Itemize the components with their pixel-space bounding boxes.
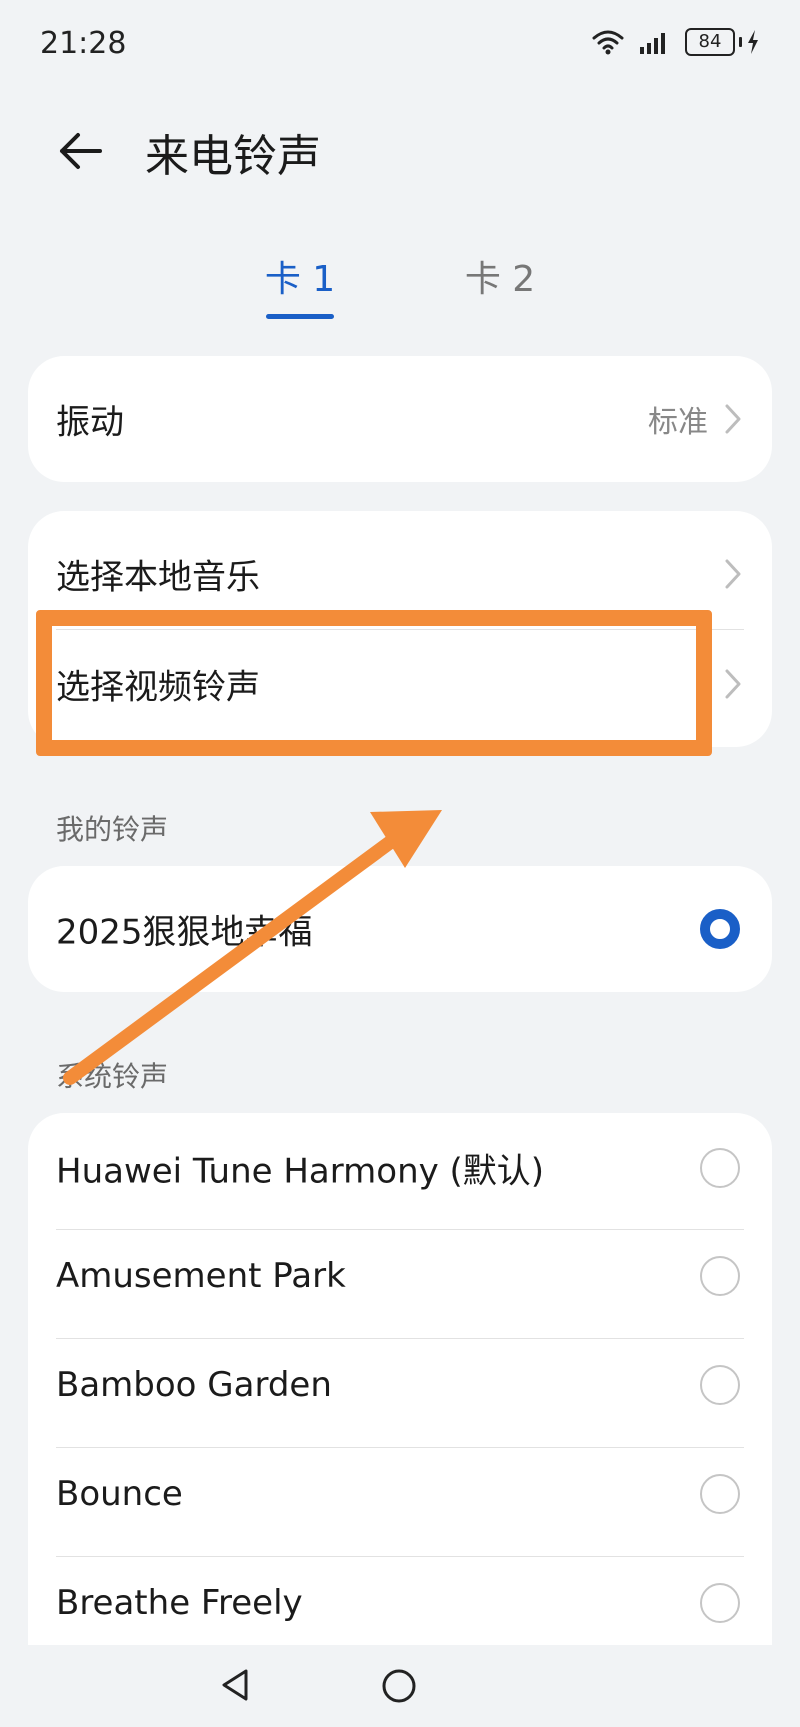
ringtone-item[interactable]: Huawei Tune Harmony (默认) bbox=[28, 1113, 772, 1223]
my-ringtones-title: 我的铃声 bbox=[56, 813, 169, 846]
chevron-right-icon bbox=[725, 404, 741, 434]
signal-icon bbox=[640, 33, 665, 54]
tab-bar: 卡 1 卡 2 bbox=[0, 240, 800, 320]
radio-unselected[interactable] bbox=[700, 1365, 740, 1405]
tab-card-2[interactable]: 卡 2 bbox=[440, 250, 560, 320]
battery-level: 84 bbox=[685, 28, 735, 56]
ringtone-item[interactable]: 2025狠狠地幸福 bbox=[28, 874, 772, 984]
ringtone-item-label: Huawei Tune Harmony (默认) bbox=[56, 1151, 545, 1192]
radio-unselected[interactable] bbox=[700, 1583, 740, 1623]
ringtone-item[interactable]: Bamboo Garden bbox=[28, 1330, 772, 1440]
back-arrow-icon[interactable] bbox=[56, 126, 106, 176]
ringtone-item-label: Amusement Park bbox=[56, 1256, 346, 1296]
nav-back-icon[interactable] bbox=[218, 1667, 254, 1703]
vibration-label: 振动 bbox=[56, 402, 124, 443]
system-ringtones-card: Huawei Tune Harmony (默认) Amusement Park … bbox=[28, 1113, 772, 1673]
radio-selected[interactable] bbox=[700, 909, 740, 949]
battery-indicator: 84 bbox=[685, 28, 760, 56]
navigation-bar bbox=[0, 1645, 800, 1727]
ringtone-item-label: Bamboo Garden bbox=[56, 1365, 332, 1405]
ringtone-item[interactable]: Amusement Park bbox=[28, 1221, 772, 1331]
annotation-highlight-box bbox=[36, 610, 712, 756]
ringtone-item-label: Breathe Freely bbox=[56, 1583, 303, 1623]
tab-card-1[interactable]: 卡 1 bbox=[240, 250, 360, 320]
status-time: 21:28 bbox=[40, 26, 127, 61]
status-bar: 21:28 84 bbox=[0, 0, 800, 90]
system-ringtones-title: 系统铃声 bbox=[56, 1060, 169, 1093]
wifi-icon bbox=[592, 30, 624, 55]
vibration-value: 标准 bbox=[648, 405, 708, 440]
tab-active-indicator bbox=[266, 314, 334, 319]
ringtone-item-label: 2025狠狠地幸福 bbox=[56, 912, 313, 953]
vibration-card: 振动 标准 bbox=[28, 356, 772, 482]
ringtone-item[interactable]: Bounce bbox=[28, 1439, 772, 1549]
vibration-row[interactable]: 振动 标准 bbox=[28, 364, 772, 474]
chevron-right-icon bbox=[725, 669, 741, 699]
radio-unselected[interactable] bbox=[700, 1474, 740, 1514]
ringtone-item[interactable]: Breathe Freely bbox=[28, 1548, 772, 1658]
ringtone-item-label: Bounce bbox=[56, 1474, 183, 1514]
radio-unselected[interactable] bbox=[700, 1148, 740, 1188]
charging-icon bbox=[748, 30, 758, 54]
battery-tip bbox=[739, 37, 742, 47]
tab-card-2-label: 卡 2 bbox=[464, 259, 536, 300]
chevron-right-icon bbox=[725, 559, 741, 589]
page-title: 来电铃声 bbox=[145, 131, 321, 182]
nav-home-icon[interactable] bbox=[380, 1667, 418, 1705]
local-music-label: 选择本地音乐 bbox=[56, 557, 260, 598]
status-icons: 84 bbox=[591, 28, 760, 56]
radio-unselected[interactable] bbox=[700, 1256, 740, 1296]
my-ringtones-card: 2025狠狠地幸福 bbox=[28, 866, 772, 992]
tab-card-1-label: 卡 1 bbox=[264, 259, 336, 300]
header: 来电铃声 bbox=[0, 100, 800, 200]
